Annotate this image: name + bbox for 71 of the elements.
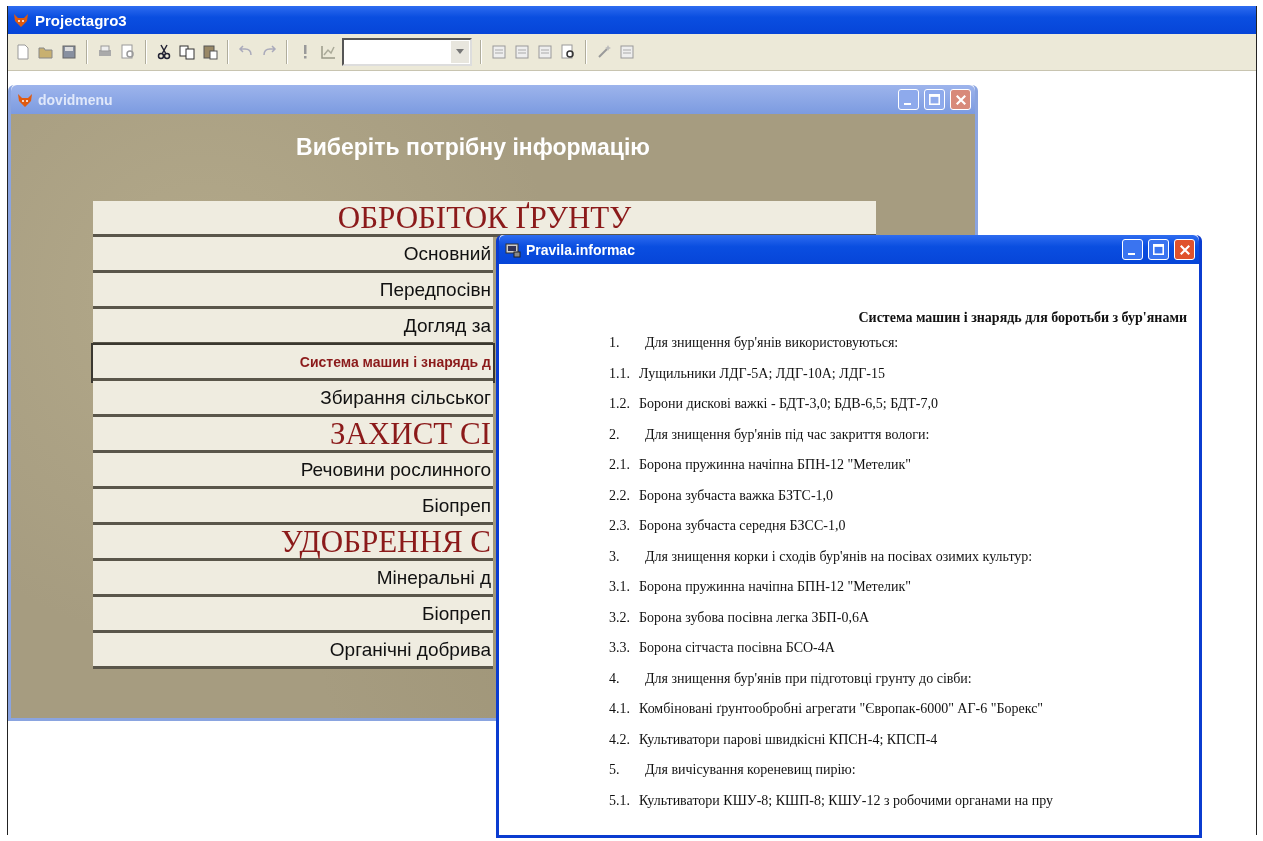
window-title: dovidmenu xyxy=(38,91,113,108)
menu-item[interactable]: Біопреп xyxy=(93,489,493,525)
close-icon xyxy=(955,94,966,105)
list-number: 4.1. xyxy=(609,701,631,718)
list-number: 2. xyxy=(609,426,621,444)
list-text: Для знищення бур'янів використовуються: xyxy=(645,335,899,352)
list-text: Борона сітчаста посівна БСО-4А xyxy=(639,640,835,657)
section-header: ОБРОБІТОК ҐРУНТУ xyxy=(93,201,876,237)
fox-icon xyxy=(17,91,33,108)
minimize-icon xyxy=(903,102,911,105)
list-text: Комбіновані ґрунтообробні агрегати "Європак-6000" АГ-6 "Борекс" xyxy=(639,701,1044,718)
menu-item[interactable]: Збирання сільськог xyxy=(93,381,493,417)
list-number: 2.2. xyxy=(609,487,631,505)
list-text: Культиватори КШУ-8; КШП-8; КШУ-12 з робочими органами на пру xyxy=(639,792,1054,810)
list-number: 3. xyxy=(609,548,621,566)
maximize-button[interactable] xyxy=(1148,239,1169,260)
list-text: Борона зубова посівна легка ЗБП-0,6А xyxy=(639,609,869,627)
list-text: Лущильники ЛДГ-5А; ЛДГ-10А; ЛДГ-15 xyxy=(639,365,885,383)
menu-item[interactable]: Догляд за xyxy=(93,309,493,345)
combo-box[interactable] xyxy=(342,38,472,66)
app-title: Projectagro3 xyxy=(35,11,127,29)
list-text: Для вичісування кореневищ пирію: xyxy=(645,762,856,779)
list-number: 3.2. xyxy=(609,609,631,627)
maximize-icon xyxy=(929,94,940,105)
list-text: Культиватори парові швидкісні КПСН-4; КПСП-4 xyxy=(639,731,938,749)
minimize-button[interactable] xyxy=(1122,239,1143,260)
list-text: Борона пружинна начіпна БПН-12 "Метелик" xyxy=(639,457,911,474)
list-number: 2.1. xyxy=(609,457,631,474)
list-number: 3.1. xyxy=(609,579,631,596)
list-number: 4. xyxy=(609,670,621,688)
document-heading: Система машин і знарядь для боротьби з бур'янами xyxy=(857,310,1188,326)
minimize-icon xyxy=(1127,252,1135,255)
clipboard-icon[interactable] xyxy=(201,43,219,61)
close-button[interactable] xyxy=(1174,239,1195,260)
menu-item[interactable]: Мінеральні д xyxy=(93,561,493,597)
list-text: Борони дискові важкі - БДТ-3,0; БДВ-6,5; БДТ-7,0 xyxy=(639,396,938,413)
list-text: Для знищення бур'янів при підготовці грунту до сівби: xyxy=(645,670,972,688)
chart-icon[interactable] xyxy=(319,43,337,61)
list-text: Для знищення корки і сходів бур'янів на посівах озимих культур: xyxy=(645,548,1033,566)
menu-item[interactable]: Органічні добрива xyxy=(93,633,493,669)
section-header: ЗАХИСТ СІ xyxy=(93,417,493,453)
list-text: Борона зубчаста середня БЗСС-1,0 xyxy=(639,518,846,535)
menu-item[interactable]: Речовини рослинного xyxy=(93,453,493,489)
app-icon xyxy=(505,241,521,258)
list-text: Борона пружинна начіпна БПН-12 "Метелик" xyxy=(639,579,911,596)
scissors-icon[interactable] xyxy=(155,43,173,61)
list-number: 1. xyxy=(609,335,621,352)
doc-icon[interactable] xyxy=(14,43,32,61)
magnifier-icon[interactable] xyxy=(119,43,137,61)
search-icon[interactable] xyxy=(559,43,577,61)
section-header: УДОБРЕННЯ С xyxy=(93,525,493,561)
menu-heading: Виберіть потрібну інформацію xyxy=(295,134,651,161)
menu-item[interactable]: Передпосівн xyxy=(93,273,493,309)
docs-icon[interactable] xyxy=(178,43,196,61)
close-icon xyxy=(1179,244,1190,255)
list-number: 5. xyxy=(609,762,621,779)
list-text: Для знищення бур'янів під час закриття вологи: xyxy=(645,426,930,444)
dropdown-arrow-icon xyxy=(456,49,464,55)
maximize-icon xyxy=(1153,244,1164,255)
fox-icon xyxy=(13,12,29,28)
list-number: 3.3. xyxy=(609,640,631,657)
list-number: 4.2. xyxy=(609,731,631,749)
menu-item[interactable]: Біопреп xyxy=(93,597,493,633)
list-number: 1.2. xyxy=(609,396,631,413)
list-number: 1.1. xyxy=(609,365,631,383)
window-title: Pravila.informac xyxy=(526,241,635,258)
list-text: Борона зубчаста важка БЗТС-1,0 xyxy=(639,487,834,505)
menu-item[interactable]: Основний xyxy=(93,237,493,273)
list-number: 5.1. xyxy=(609,792,631,810)
menu-item[interactable]: Система машин і знарядь д xyxy=(93,345,493,381)
list-number: 2.3. xyxy=(609,518,631,535)
